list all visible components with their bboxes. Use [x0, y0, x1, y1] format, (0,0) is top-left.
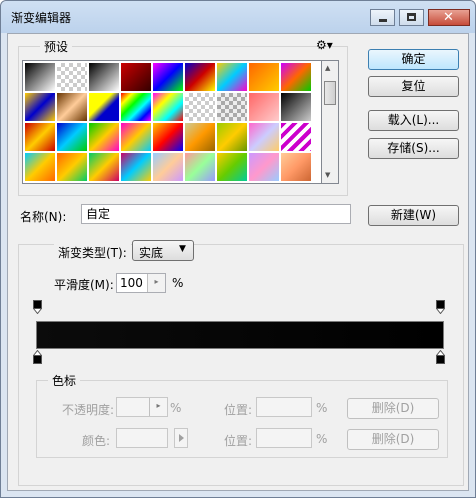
preset-swatch[interactable]: [280, 152, 312, 182]
scroll-thumb[interactable]: [324, 81, 336, 105]
title-bar[interactable]: 渐变编辑器 ✕: [1, 1, 475, 33]
preset-swatch[interactable]: [216, 92, 248, 122]
gear-icon[interactable]: ⚙▾: [316, 38, 333, 52]
opacity-location-label: 位置:: [224, 403, 253, 417]
color-stop-right-icon[interactable]: [435, 349, 446, 364]
delete-color-stop-button: 删除(D): [347, 429, 439, 450]
preset-swatch-grid[interactable]: [22, 60, 322, 184]
gradient-editor-window: 渐变编辑器 ✕ 预设 ⚙▾ ▲ ▼ 确定 复位 载入(L)... 存储(S)..…: [0, 0, 476, 498]
smoothness-label: 平滑度(M):: [54, 278, 114, 292]
color-stop-left-icon[interactable]: [32, 349, 43, 364]
chevron-down-icon: ▼: [179, 244, 186, 254]
preset-swatch[interactable]: [280, 122, 312, 152]
color-stops-title: 色标: [48, 372, 81, 389]
preset-swatch[interactable]: [88, 62, 120, 92]
opacity-unit: %: [170, 401, 182, 415]
color-swatch-field: [116, 428, 168, 448]
preset-swatch[interactable]: [56, 92, 88, 122]
name-field[interactable]: 自定: [81, 204, 351, 224]
preset-swatch[interactable]: [248, 152, 280, 182]
preset-swatch[interactable]: [184, 92, 216, 122]
opacity-stop-left-icon[interactable]: [32, 300, 43, 315]
dialog-body: 预设 ⚙▾ ▲ ▼ 确定 复位 载入(L)... 存储(S)... 名称(N):…: [7, 33, 469, 491]
preset-swatch[interactable]: [152, 152, 184, 182]
preset-swatch[interactable]: [152, 92, 184, 122]
smoothness-unit: %: [172, 276, 184, 290]
scroll-down-icon[interactable]: ▼: [325, 171, 330, 179]
gradient-preview-bar[interactable]: [36, 321, 444, 349]
preset-swatch[interactable]: [248, 122, 280, 152]
window-title: 渐变编辑器: [11, 11, 72, 25]
preset-swatch[interactable]: [56, 62, 88, 92]
preset-swatch[interactable]: [184, 62, 216, 92]
delete-opacity-stop-button: 删除(D): [347, 398, 439, 419]
preset-swatch[interactable]: [24, 122, 56, 152]
save-button[interactable]: 存储(S)...: [368, 138, 459, 159]
opacity-location-field: [256, 397, 312, 417]
minimize-icon[interactable]: [370, 9, 395, 26]
preset-swatch[interactable]: [216, 62, 248, 92]
preset-swatch[interactable]: [24, 92, 56, 122]
color-location-label: 位置:: [224, 434, 253, 448]
preset-swatch[interactable]: [120, 122, 152, 152]
preset-swatch[interactable]: [280, 62, 312, 92]
preset-swatch[interactable]: [184, 122, 216, 152]
preset-swatch[interactable]: [24, 152, 56, 182]
preset-swatch[interactable]: [152, 62, 184, 92]
preset-swatch[interactable]: [56, 122, 88, 152]
smoothness-value: 100: [120, 276, 143, 290]
gradient-type-label: 渐变类型(T):: [54, 244, 131, 261]
new-button[interactable]: 新建(W): [368, 205, 459, 226]
preset-swatch[interactable]: [56, 152, 88, 182]
preset-swatch[interactable]: [280, 92, 312, 122]
preset-swatch[interactable]: [24, 62, 56, 92]
preset-swatch[interactable]: [120, 152, 152, 182]
preset-swatch[interactable]: [120, 62, 152, 92]
color-picker-arrow-icon: [174, 428, 188, 448]
gradient-type-select[interactable]: 实底 ▼: [132, 240, 194, 261]
preset-swatch[interactable]: [88, 122, 120, 152]
presets-scrollbar[interactable]: ▲ ▼: [322, 60, 339, 184]
preset-swatch[interactable]: [88, 92, 120, 122]
smoothness-field[interactable]: 100 ▸: [116, 273, 166, 293]
preset-swatch[interactable]: [248, 62, 280, 92]
reset-button[interactable]: 复位: [368, 76, 459, 97]
name-label: 名称(N):: [20, 210, 67, 224]
preset-swatch[interactable]: [184, 152, 216, 182]
opacity-stop-right-icon[interactable]: [435, 300, 446, 315]
scroll-up-icon[interactable]: ▲: [325, 64, 330, 72]
smoothness-stepper-icon[interactable]: ▸: [147, 274, 165, 292]
color-label: 颜色:: [82, 434, 111, 448]
preset-swatch[interactable]: [216, 122, 248, 152]
color-location-field: [256, 428, 312, 448]
preset-swatch[interactable]: [216, 152, 248, 182]
preset-swatch[interactable]: [120, 92, 152, 122]
maximize-icon[interactable]: [399, 9, 424, 26]
presets-title: 预设: [40, 38, 73, 55]
load-button[interactable]: 载入(L)...: [368, 110, 459, 131]
close-icon[interactable]: ✕: [428, 9, 470, 26]
preset-swatch[interactable]: [152, 122, 184, 152]
gradient-type-value: 实底: [139, 246, 164, 260]
opacity-stepper-icon: ▸: [149, 398, 167, 416]
ok-button[interactable]: 确定: [368, 49, 459, 70]
opacity-label: 不透明度:: [62, 403, 115, 417]
color-location-unit: %: [316, 432, 328, 446]
opacity-field: ▸: [116, 397, 168, 417]
preset-swatch[interactable]: [248, 92, 280, 122]
preset-swatch[interactable]: [88, 152, 120, 182]
opacity-location-unit: %: [316, 401, 328, 415]
